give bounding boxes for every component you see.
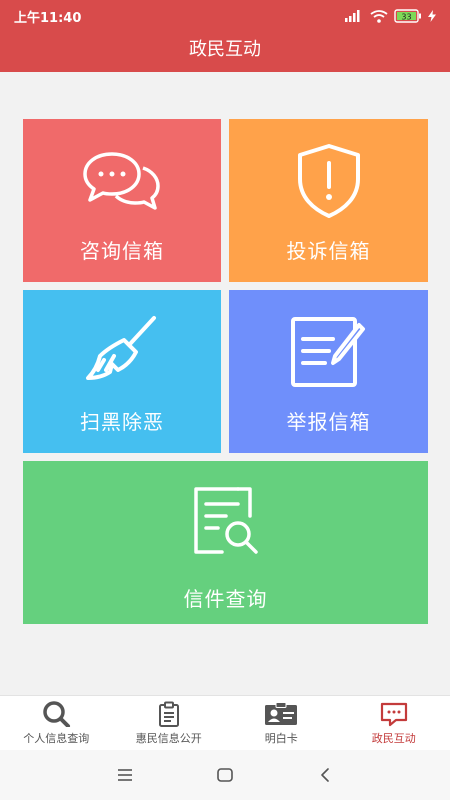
nav-item-gov-interaction[interactable]: 政民互动 bbox=[338, 696, 450, 750]
main-content: 咨询信箱 投诉信箱 扫黑除恶 举报信箱 信件查询 bbox=[0, 72, 450, 695]
system-nav-bar bbox=[0, 750, 450, 800]
consult-mailbox-tile[interactable]: 咨询信箱 bbox=[23, 119, 221, 282]
status-icons: 33 bbox=[344, 9, 436, 23]
search-icon bbox=[39, 700, 73, 727]
wifi-icon bbox=[370, 9, 388, 23]
complaint-mailbox-tile[interactable]: 投诉信箱 bbox=[229, 119, 428, 282]
message-icon bbox=[379, 701, 409, 727]
battery-level: 33 bbox=[401, 13, 411, 22]
tile-label: 扫黑除恶 bbox=[80, 410, 164, 434]
back-icon bbox=[321, 768, 329, 782]
menu-icon bbox=[118, 769, 132, 781]
nav-item-personal-info-query[interactable]: 个人信息查询 bbox=[0, 696, 113, 750]
back-button[interactable] bbox=[310, 760, 340, 790]
tile-label: 举报信箱 bbox=[286, 410, 371, 434]
charging-icon bbox=[428, 10, 436, 22]
battery-icon: 33 bbox=[394, 9, 422, 23]
tile-label: 投诉信箱 bbox=[286, 239, 371, 263]
clipboard-icon bbox=[156, 701, 182, 727]
nav-item-info-card[interactable]: 明白卡 bbox=[225, 696, 338, 750]
tile-label: 信件查询 bbox=[183, 587, 268, 611]
broom-icon bbox=[82, 312, 162, 392]
bottom-nav: 个人信息查询 惠民信息公开 明白卡 政民互动 bbox=[0, 695, 450, 750]
menu-button[interactable] bbox=[110, 760, 140, 790]
home-icon bbox=[217, 768, 233, 782]
document-search-icon bbox=[186, 481, 266, 561]
shield-alert-icon bbox=[295, 141, 363, 221]
nav-label: 惠民信息公开 bbox=[135, 731, 202, 745]
app-header: 政民互动 bbox=[0, 32, 450, 72]
page-title: 政民互动 bbox=[189, 39, 261, 60]
sweep-black-tile[interactable]: 扫黑除恶 bbox=[23, 290, 221, 453]
chat-bubbles-icon bbox=[82, 141, 162, 221]
report-mailbox-tile[interactable]: 举报信箱 bbox=[229, 290, 428, 453]
status-bar: 上午11:40 33 bbox=[0, 0, 450, 32]
letter-query-tile[interactable]: 信件查询 bbox=[23, 461, 428, 624]
id-card-icon bbox=[264, 701, 298, 727]
tile-label: 咨询信箱 bbox=[80, 239, 164, 263]
document-edit-icon bbox=[289, 312, 369, 392]
home-button[interactable] bbox=[210, 760, 240, 790]
network-icon bbox=[344, 10, 364, 22]
nav-label: 明白卡 bbox=[264, 731, 298, 745]
status-time: 上午11:40 bbox=[14, 10, 82, 26]
nav-label: 个人信息查询 bbox=[23, 731, 90, 745]
nav-label: 政民互动 bbox=[371, 731, 416, 745]
nav-item-public-info[interactable]: 惠民信息公开 bbox=[113, 696, 226, 750]
